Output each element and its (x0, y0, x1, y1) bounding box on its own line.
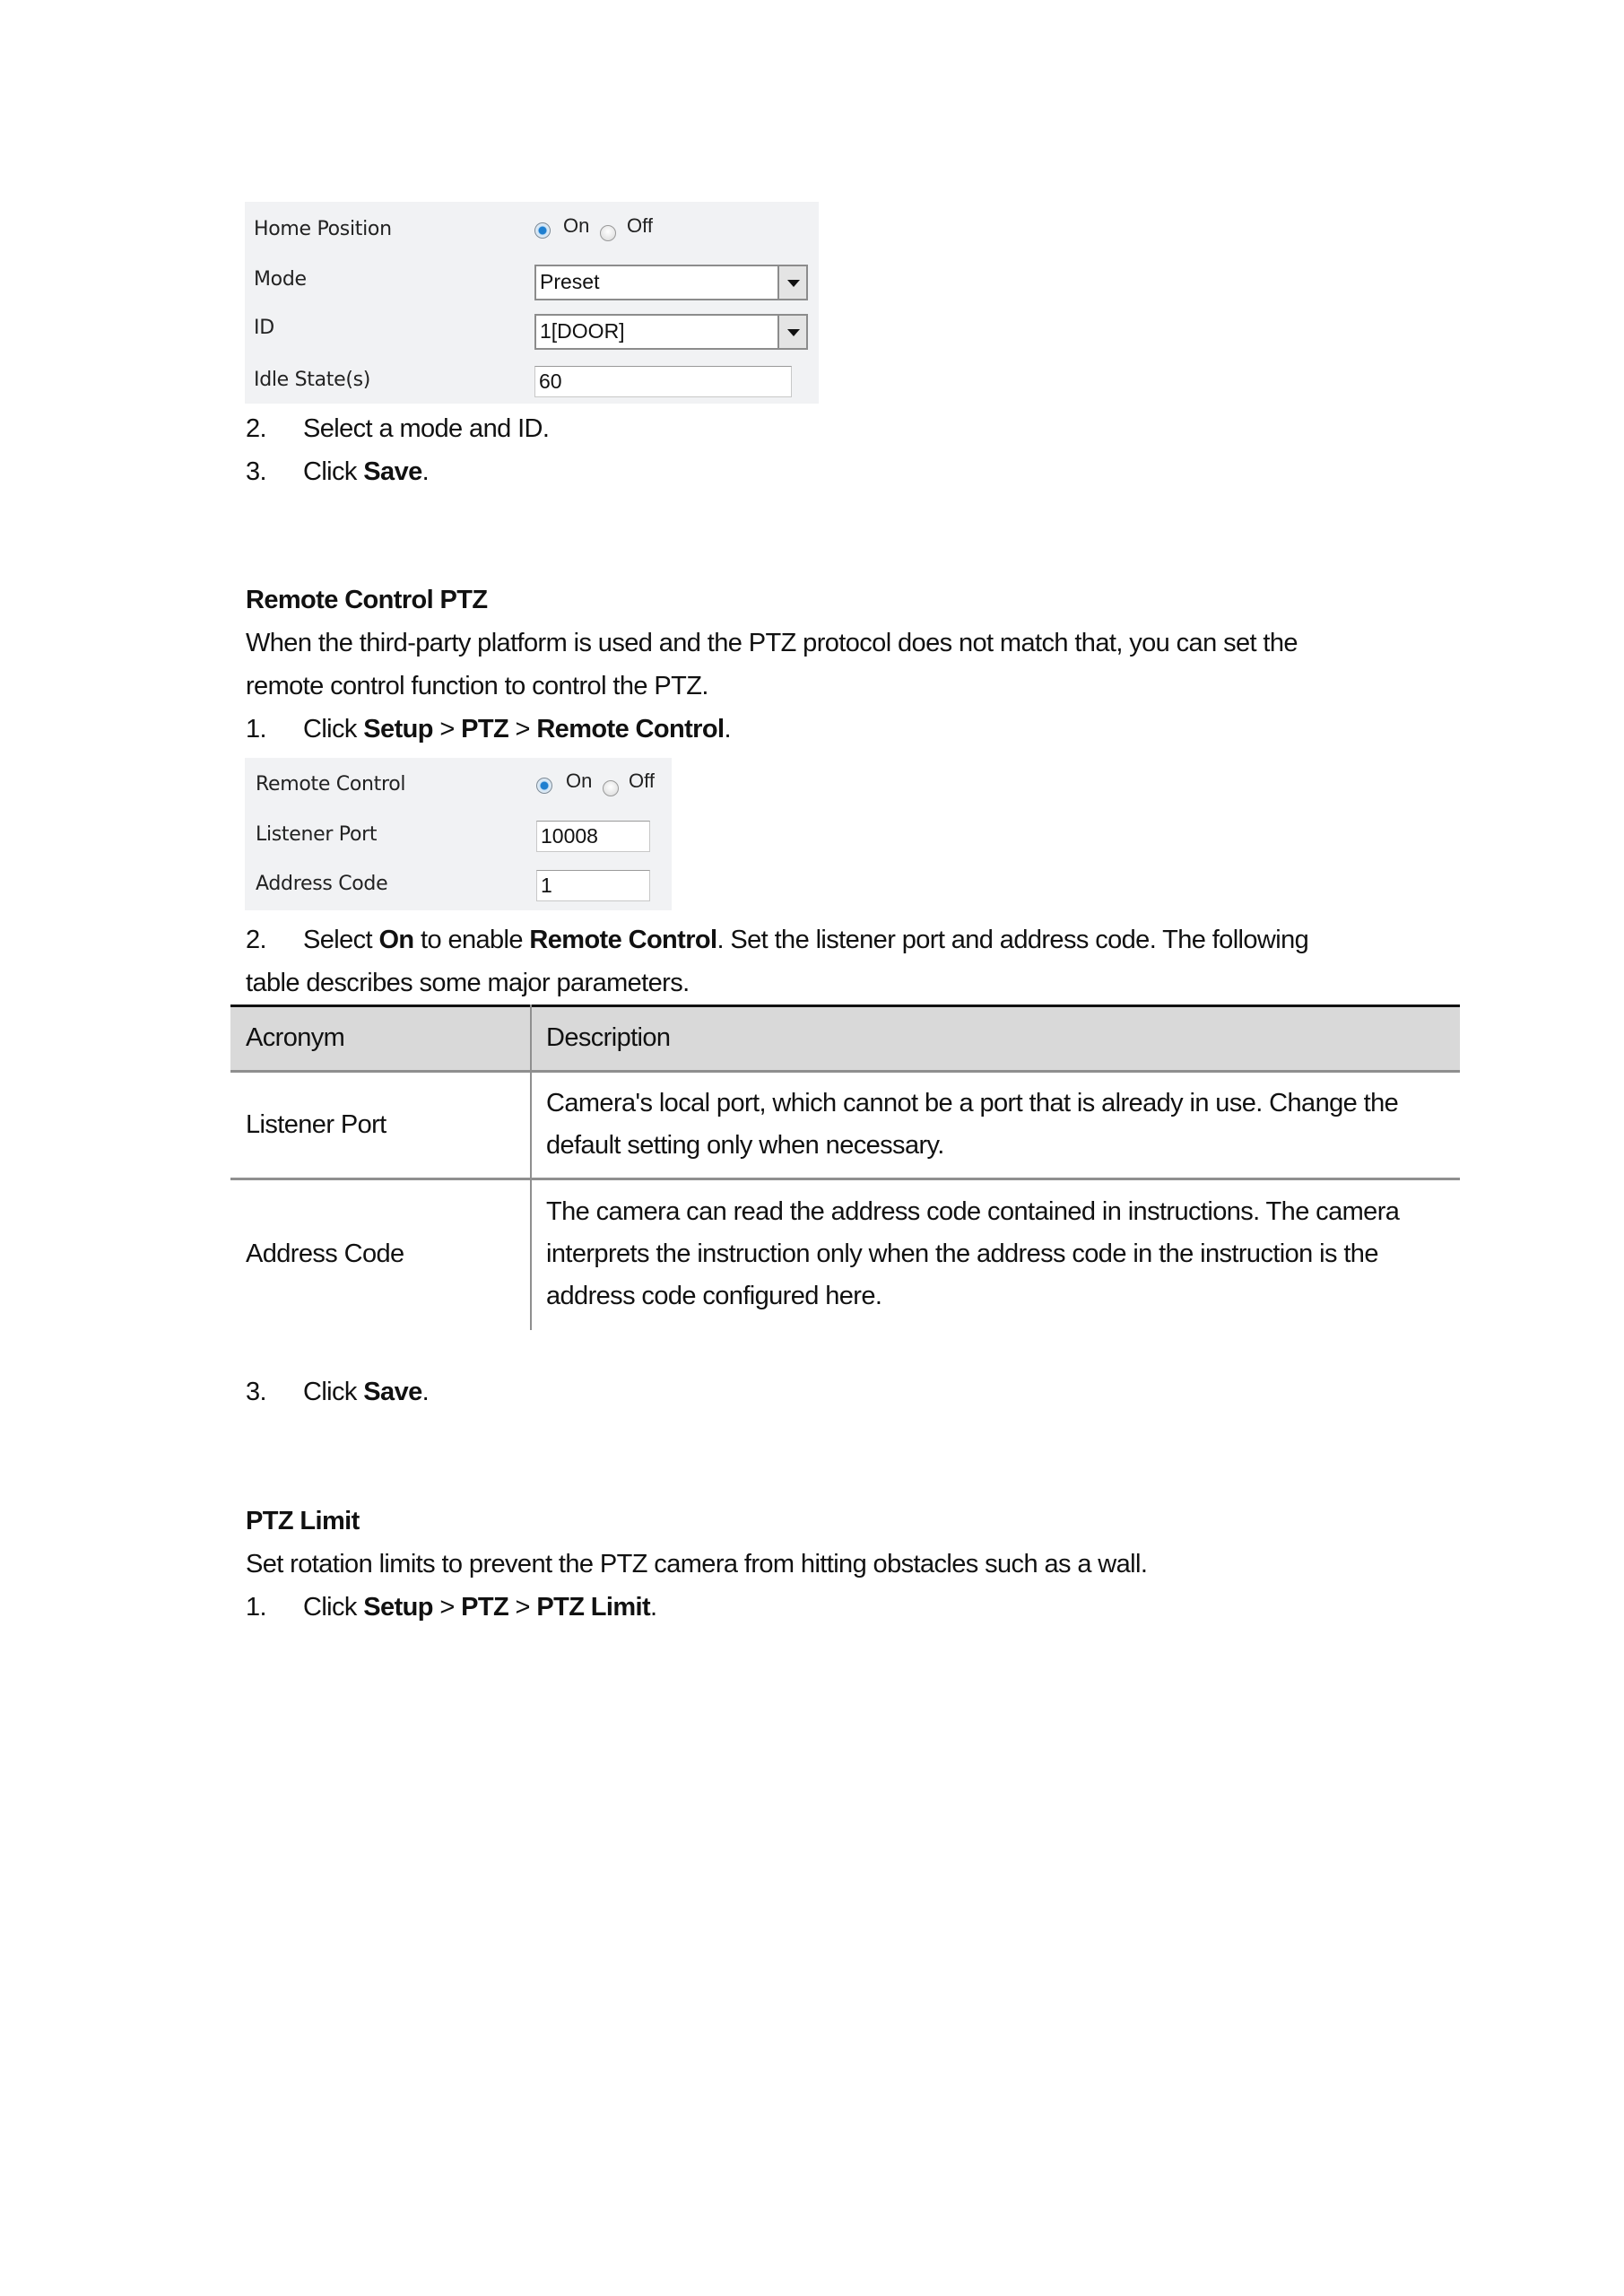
remote-control-paragraph-line1: When the third-party platform is used an… (246, 629, 1298, 657)
separator: > (508, 715, 537, 744)
table-cell-description: address code configured here. (546, 1282, 882, 1310)
step-text: Select On to enable Remote Control. Set … (303, 926, 1309, 955)
table-cell-description: The camera can read the address code con… (546, 1197, 1400, 1226)
step-text-pre: Click (303, 457, 364, 486)
step-text-post: . (724, 715, 731, 744)
table-cell-description: Camera's local port, which cannot be a p… (546, 1089, 1399, 1118)
save-keyword: Save (363, 457, 422, 486)
step-text-pre: Click (303, 715, 364, 744)
address-code-input[interactable]: 1 (536, 870, 650, 901)
table-cell-description: interprets the instruction only when the… (546, 1239, 1378, 1268)
step-text-pre: Select (303, 926, 379, 954)
step-text-pre: Click (303, 1378, 364, 1406)
step-text-post: . (421, 1378, 430, 1406)
idle-state-label: Idle State(s) (254, 369, 371, 391)
step-number: 1. (246, 715, 267, 744)
address-code-label: Address Code (256, 873, 388, 895)
home-position-on-label: On (563, 214, 590, 237)
table-header-row (230, 1004, 1460, 1071)
step-number: 2. (246, 926, 267, 954)
step-text: Select a mode and ID. (303, 414, 550, 443)
ptz-keyword: PTZ (461, 715, 509, 744)
mode-select[interactable]: Preset (534, 265, 808, 300)
chevron-down-icon[interactable] (777, 266, 806, 299)
remote-control-heading: Remote Control PTZ (246, 586, 488, 614)
table-header-acronym: Acronym (246, 1023, 345, 1052)
idle-state-input[interactable]: 60 (534, 366, 792, 397)
ptz-limit-heading: PTZ Limit (246, 1507, 360, 1535)
remote-control-on-label: On (566, 770, 593, 792)
step-text: Click Setup > PTZ > Remote Control. (303, 715, 732, 744)
table-header-description: Description (546, 1023, 671, 1052)
remote-control-label: Remote Control (256, 773, 406, 796)
setup-keyword: Setup (363, 715, 433, 744)
step-number: 1. (246, 1593, 267, 1622)
remote-step-2-line2: table describes some major parameters. (246, 969, 690, 997)
id-label: ID (254, 317, 274, 339)
step-text-pre: Click (303, 1593, 364, 1622)
step-text: Click Setup > PTZ > PTZ Limit. (303, 1593, 657, 1622)
step-text-post: . (421, 457, 430, 486)
remote-control-panel: Remote Control On Off Listener Port 1000… (245, 758, 672, 910)
id-select-value: 1[DOOR] (540, 319, 625, 343)
table-cell-description: default setting only when necessary. (546, 1131, 944, 1160)
remote-control-keyword: Remote Control (536, 715, 725, 744)
mode-select-value: Preset (540, 270, 600, 293)
step-number: 3. (246, 1378, 267, 1406)
step-text: Click Save. (303, 1378, 430, 1407)
step-text-post: . Set the listener port and address code… (716, 926, 1309, 954)
remote-control-keyword: Remote Control (529, 926, 717, 954)
listener-port-input[interactable]: 10008 (536, 821, 650, 852)
home-position-off-radio[interactable] (600, 225, 616, 241)
setup-keyword: Setup (363, 1593, 433, 1622)
mode-label: Mode (254, 268, 307, 291)
on-keyword: On (378, 926, 414, 954)
ptz-limit-paragraph: Set rotation limits to prevent the PTZ c… (246, 1550, 1148, 1578)
table-cell-acronym: Address Code (246, 1239, 404, 1268)
ptz-limit-keyword: PTZ Limit (536, 1593, 651, 1622)
remote-control-on-radio[interactable] (536, 778, 552, 794)
separator: > (432, 1593, 462, 1622)
remote-control-off-label: Off (629, 770, 655, 792)
separator: > (432, 715, 462, 744)
step-number: 2. (246, 414, 267, 443)
listener-port-label: Listener Port (256, 823, 378, 846)
home-position-label: Home Position (254, 218, 392, 240)
step-text: Click Save. (303, 457, 430, 487)
table-cell-acronym: Listener Port (246, 1110, 386, 1139)
separator: > (508, 1593, 537, 1622)
step-number: 3. (246, 457, 267, 486)
step-text-mid: to enable (413, 926, 530, 954)
save-keyword: Save (363, 1378, 422, 1406)
table-divider (230, 1070, 1460, 1073)
home-position-on-radio[interactable] (534, 222, 551, 239)
home-position-off-label: Off (627, 214, 653, 237)
step-text-post: . (650, 1593, 657, 1622)
id-select[interactable]: 1[DOOR] (534, 314, 808, 350)
table-divider (230, 1178, 1460, 1180)
remote-control-paragraph-line2: remote control function to control the P… (246, 672, 708, 700)
remote-control-off-radio[interactable] (603, 780, 619, 796)
home-position-panel: Home Position On Off Mode Preset ID 1[DO… (245, 202, 819, 404)
table-column-divider (530, 1004, 532, 1330)
ptz-keyword: PTZ (461, 1593, 509, 1622)
chevron-down-icon[interactable] (777, 316, 806, 348)
